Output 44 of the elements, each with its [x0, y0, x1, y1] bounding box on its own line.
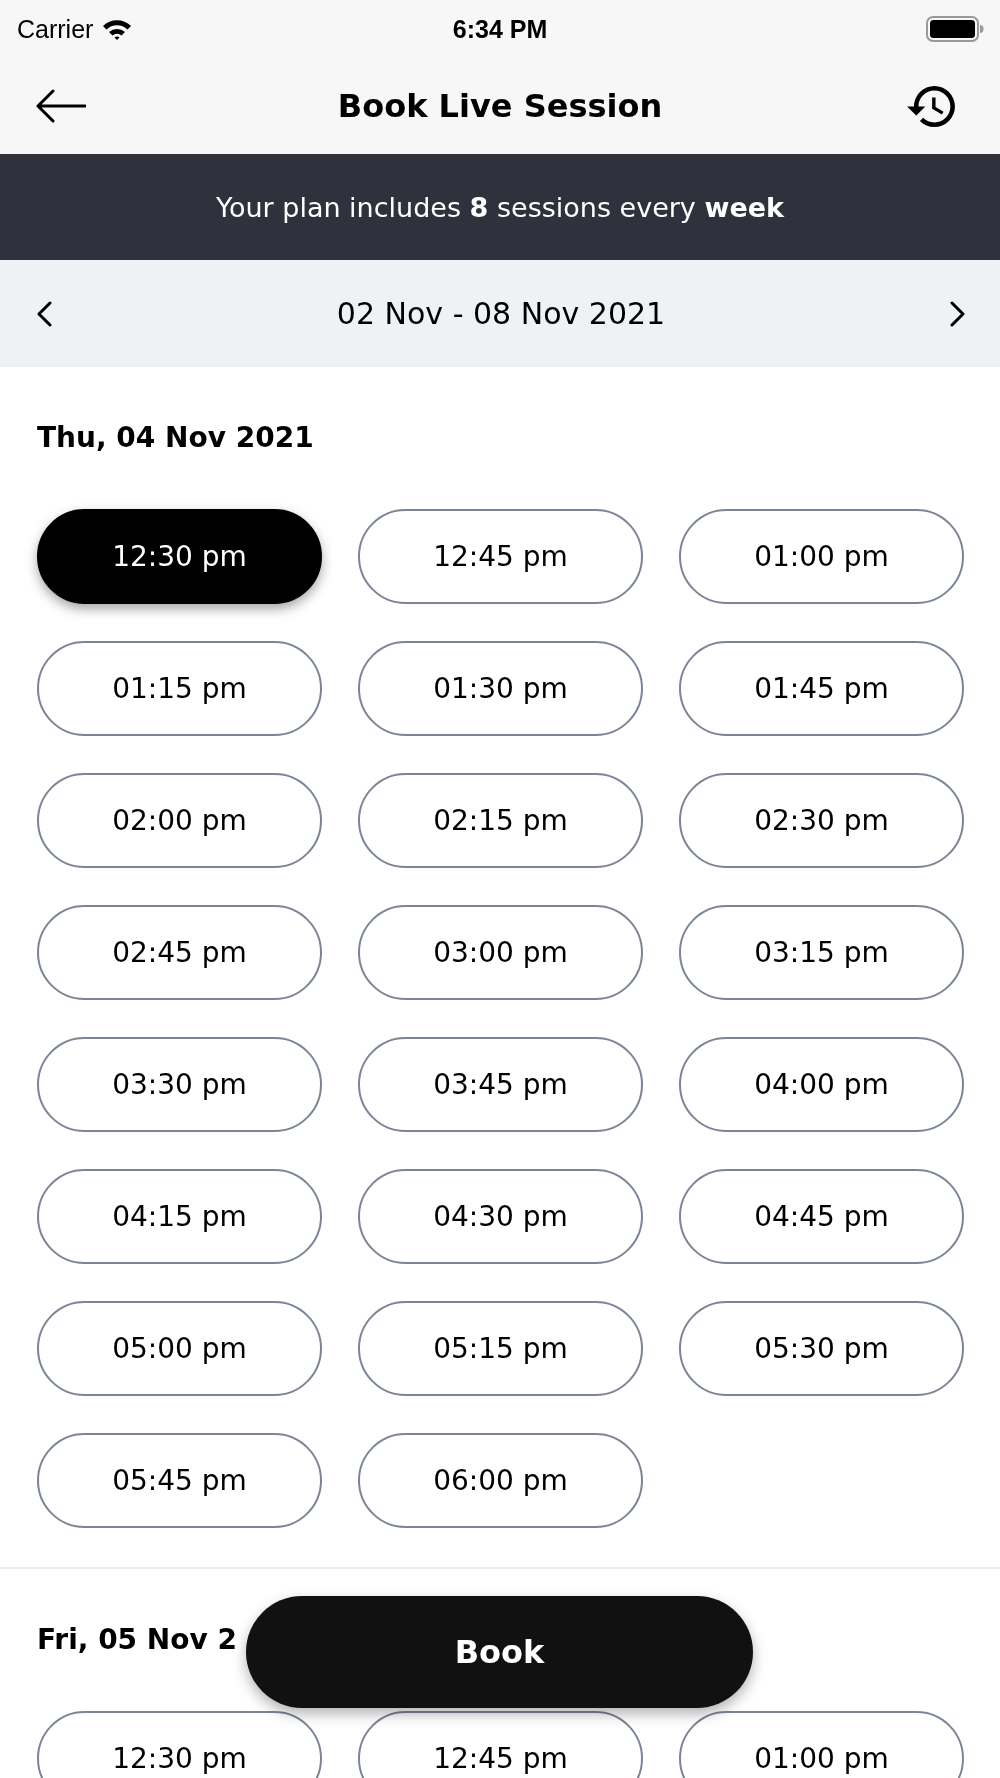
- time-slot-button[interactable]: 02:30 pm: [679, 773, 964, 868]
- time-slot-button[interactable]: 04:45 pm: [679, 1169, 964, 1264]
- time-slot-button[interactable]: 05:45 pm: [37, 1433, 322, 1528]
- time-slot-button[interactable]: 01:15 pm: [37, 641, 322, 736]
- time-slot-button[interactable]: 04:00 pm: [679, 1037, 964, 1132]
- time-slot-button[interactable]: 02:00 pm: [37, 773, 322, 868]
- battery-icon: [926, 16, 984, 42]
- next-week-button[interactable]: [950, 300, 966, 327]
- time-slot-button[interactable]: 03:00 pm: [358, 905, 643, 1000]
- chevron-left-icon: [36, 300, 52, 327]
- history-icon: [907, 85, 955, 127]
- wifi-icon: [102, 18, 133, 40]
- time-slot-button[interactable]: 04:30 pm: [358, 1169, 643, 1264]
- time-slot-button[interactable]: 03:15 pm: [679, 905, 964, 1000]
- day-heading: Fri, 05 Nov 2: [37, 1623, 237, 1657]
- time-slot-button[interactable]: 05:15 pm: [358, 1301, 643, 1396]
- time-slot-button[interactable]: 01:00 pm: [679, 509, 964, 604]
- time-slot-button[interactable]: 02:15 pm: [358, 773, 643, 868]
- back-button[interactable]: [34, 88, 86, 124]
- history-button[interactable]: [907, 85, 955, 127]
- carrier-name: Carrier: [17, 14, 94, 44]
- time-slot-button[interactable]: 12:45 pm: [358, 509, 643, 604]
- status-time: 6:34 PM: [452, 14, 548, 44]
- chevron-right-icon: [950, 300, 966, 327]
- time-slot-button[interactable]: 01:30 pm: [358, 641, 643, 736]
- time-slot-button[interactable]: 04:15 pm: [37, 1169, 322, 1264]
- day-heading: Thu, 04 Nov 2021: [37, 421, 314, 455]
- week-range: 02 Nov - 08 Nov 2021: [336, 296, 666, 331]
- time-slot-button[interactable]: 12:45 pm: [358, 1711, 643, 1778]
- back-arrow-icon: [34, 88, 86, 124]
- screen-title: Book Live Session: [337, 87, 663, 125]
- time-slot-button[interactable]: 01:45 pm: [679, 641, 964, 736]
- time-slot-button[interactable]: 12:30 pm: [37, 1711, 322, 1778]
- time-slot-button[interactable]: 03:45 pm: [358, 1037, 643, 1132]
- previous-week-button[interactable]: [36, 300, 52, 327]
- book-button[interactable]: Book: [246, 1596, 753, 1708]
- time-slot-button[interactable]: 06:00 pm: [358, 1433, 643, 1528]
- time-slot-button[interactable]: 02:45 pm: [37, 905, 322, 1000]
- time-slot-button[interactable]: 01:00 pm: [679, 1711, 964, 1778]
- time-slot-button[interactable]: 05:30 pm: [679, 1301, 964, 1396]
- time-slot-button[interactable]: 12:30 pm: [37, 509, 322, 604]
- time-slot-button[interactable]: 03:30 pm: [37, 1037, 322, 1132]
- time-slot-button[interactable]: 05:00 pm: [37, 1301, 322, 1396]
- plan-info-text: Your plan includes 8 sessions every week: [216, 191, 784, 223]
